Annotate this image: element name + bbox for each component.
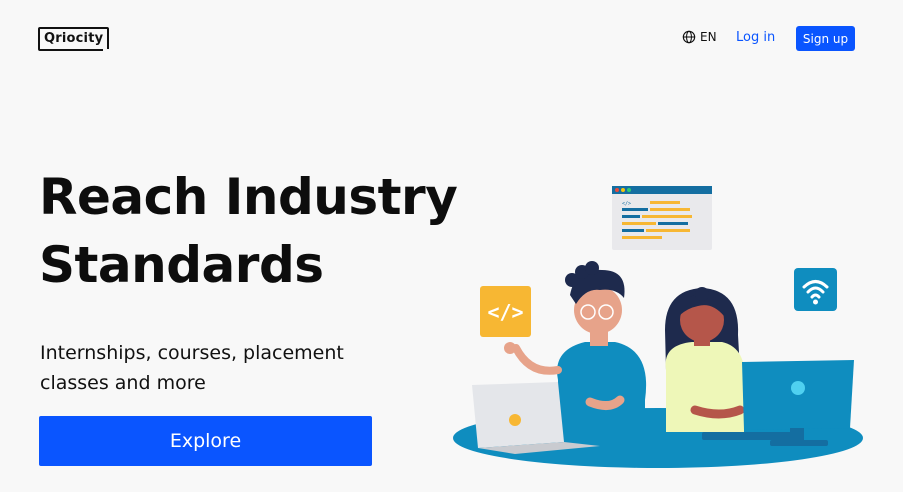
hero-title-line1: Reach Industry	[39, 168, 458, 226]
code-window-graphic: </>	[612, 186, 712, 250]
girl-figure	[665, 287, 745, 432]
explore-button[interactable]: Explore	[39, 416, 372, 466]
svg-text:</>: </>	[487, 300, 523, 324]
hero-title-line2: Standards	[39, 236, 324, 294]
hero-subtitle-line2: classes and more	[40, 372, 206, 394]
wifi-icon	[794, 268, 837, 311]
keyboard-graphic	[702, 432, 792, 440]
globe-icon	[682, 30, 696, 44]
svg-text:</>: </>	[622, 201, 631, 207]
language-selector[interactable]: EN	[682, 30, 717, 44]
landing-page: Qriocity EN Log in Sign up Reach Industr…	[0, 0, 903, 492]
hero-illustration: </> </>	[453, 186, 863, 468]
hero-subtitle-line1: Internships, courses, placement	[40, 342, 344, 364]
login-link[interactable]: Log in	[736, 30, 775, 45]
signup-button[interactable]: Sign up	[796, 26, 855, 51]
hero-subtitle: Internships, courses, placement classes …	[40, 338, 344, 398]
hero-title: Reach Industry Standards	[39, 163, 458, 299]
language-label: EN	[700, 30, 717, 44]
brand-logo[interactable]: Qriocity	[38, 27, 110, 51]
code-badge-icon: </>	[480, 286, 531, 337]
